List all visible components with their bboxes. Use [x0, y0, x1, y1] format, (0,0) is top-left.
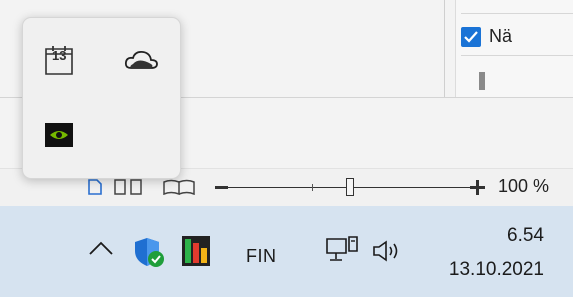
taskbar: [0, 206, 573, 297]
input-language-indicator[interactable]: FIN: [246, 246, 277, 267]
chevron-up-icon[interactable]: [88, 240, 114, 256]
scrollbar-thumb[interactable]: [479, 72, 485, 90]
nvidia-tray-item[interactable]: [39, 115, 79, 155]
book-view-icon[interactable]: [162, 179, 198, 195]
zoom-level-label[interactable]: 100 %: [498, 176, 549, 197]
option-checkbox[interactable]: [461, 27, 481, 47]
single-page-view-icon[interactable]: [88, 179, 102, 195]
nvidia-icon: [45, 123, 73, 147]
zoom-slider-track[interactable]: [224, 187, 484, 188]
multi-page-view-icon[interactable]: [114, 179, 150, 195]
windows-security-icon[interactable]: [134, 236, 166, 268]
zoom-slider-thumb[interactable]: [346, 178, 354, 196]
document-divider: [444, 0, 445, 97]
speaker-icon[interactable]: [372, 240, 404, 262]
side-panel: [455, 0, 573, 97]
panel-row-divider: [461, 13, 573, 14]
onedrive-tray-item[interactable]: [121, 40, 161, 80]
zoom-slider-tick: [312, 184, 313, 191]
clock-time[interactable]: 6.54: [507, 225, 544, 247]
hidden-icons-flyout: 13: [22, 17, 181, 179]
zoom-in-icon-vertical: [476, 180, 479, 195]
clock-date[interactable]: 13.10.2021: [449, 259, 544, 281]
onedrive-cloud-icon: [124, 50, 158, 69]
calendar-day-number: 13: [52, 48, 67, 63]
app-bars-icon[interactable]: [182, 236, 210, 266]
checkbox-label: Nä: [489, 26, 513, 46]
network-icon[interactable]: [325, 235, 359, 267]
panel-row-divider: [461, 55, 573, 56]
